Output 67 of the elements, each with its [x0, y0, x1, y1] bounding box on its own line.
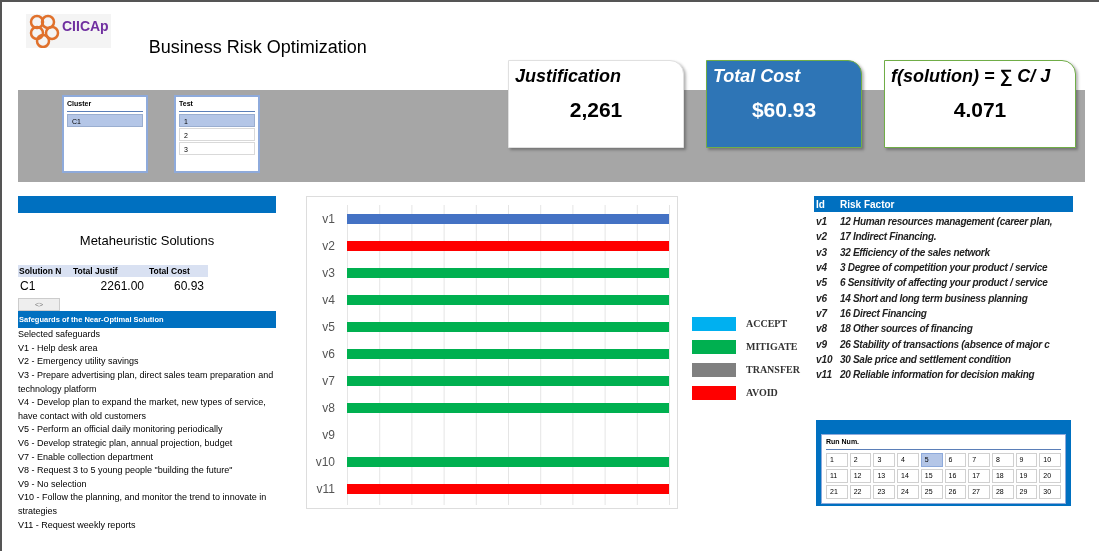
- bar-label: v4: [321, 291, 335, 309]
- section-title: Metaheuristic Solutions: [78, 232, 216, 250]
- safeguard-line: V3 - Prepare advertising plan, direct sales team preparation and technology platform: [18, 369, 275, 396]
- kpi-value: 4.071: [952, 97, 1008, 123]
- kpi-label: Total Cost: [713, 65, 802, 88]
- risk-id: v11: [815, 368, 833, 383]
- legend-label: TRANSFER: [746, 363, 800, 377]
- safeguard-line: V5 - Perform an official daily monitoring periodically: [18, 423, 224, 437]
- risk-id: v1: [815, 215, 829, 230]
- safeguard-line: V11 - Request weekly reports: [18, 518, 137, 532]
- risk-factor: 3 Degree of competition your product / service: [840, 261, 1048, 276]
- legend-label: MITIGATE: [746, 340, 798, 354]
- kpi-label: f(solution) = ∑ C/ J: [891, 65, 1052, 88]
- risk-factor: 6 Sensitivity of affecting your product / service: [840, 276, 1048, 291]
- safeguard-line: V6 - Develop strategic plan, annual projection, budget: [18, 437, 234, 450]
- risk-id: v10: [815, 352, 834, 367]
- bar-label: v10: [314, 453, 335, 471]
- bar-label: v6: [321, 345, 335, 363]
- bar-label: v3: [321, 264, 335, 282]
- column-header: Risk Factor: [840, 197, 895, 212]
- risk-factor: 32 Efficiency of the sales network: [840, 245, 990, 260]
- risk-factor: 26 Stability of transactions (absence of major c: [840, 337, 1050, 352]
- risk-id: v5: [815, 276, 829, 291]
- risk-factor: 14 Short and long term business planning: [840, 291, 1028, 306]
- column-header: Id: [815, 197, 826, 212]
- risk-factor: 18 Other sources of financing: [840, 322, 973, 337]
- risk-factor: 12 Human resources management (career plan,: [840, 215, 1053, 230]
- kpi-value: $60.93: [750, 97, 818, 123]
- table-cell-text: 60.93: [172, 278, 205, 296]
- risk-id: v7: [815, 306, 829, 321]
- bar-label: v7: [321, 372, 335, 390]
- safeguard-line: V4 - Develop plan to expand the market, new types of service, have contact with old customers: [18, 396, 267, 423]
- safeguard-line: V7 - Enable collection department: [18, 450, 155, 464]
- bar-label: v2: [321, 237, 335, 255]
- column-header: Total Justif: [72, 264, 119, 278]
- kpi-value: 2,261: [568, 97, 624, 123]
- safeguard-line: V9 - No selection: [18, 477, 88, 491]
- risk-id: v2: [815, 230, 829, 245]
- risk-factor: 30 Sale price and settlement condition: [840, 352, 1011, 367]
- risk-id: v6: [815, 291, 829, 306]
- risk-id: v3: [815, 245, 829, 260]
- risk-id: v4: [815, 261, 829, 276]
- legend-label: AVOID: [746, 386, 778, 400]
- logo-text: CIICAp: [62, 16, 109, 36]
- risk-id: v8: [815, 322, 829, 337]
- legend-label: ACCEPT: [746, 317, 788, 331]
- risk-factor: 20 Reliable information for decision making: [840, 368, 1035, 383]
- table-cell-text: 2261.00: [99, 278, 145, 296]
- safeguard-line: V2 - Emergency utility savings: [18, 355, 140, 369]
- safeguard-line: V10 - Follow the planning, and monitor the trend to innovate in strategies: [18, 491, 268, 518]
- bar-label: v5: [321, 318, 335, 336]
- kpi-label: Justification: [515, 65, 622, 88]
- safeguard-line: V1 - Help desk area: [18, 341, 99, 355]
- risk-factor: 17 Indirect Financing.: [840, 230, 937, 245]
- column-header: Solution N: [18, 264, 63, 278]
- page-title: Business Risk Optimization: [148, 36, 367, 59]
- risk-factor: 16 Direct Financing: [840, 306, 927, 321]
- table-cell-text: C1: [19, 278, 37, 296]
- risk-id: v9: [815, 337, 829, 352]
- column-header: Total Cost: [148, 264, 191, 278]
- safeguard-line: V8 - Request 3 to 5 young people "building the future": [18, 464, 234, 478]
- bar-label: v9: [321, 426, 335, 444]
- bar-label: v8: [321, 399, 335, 417]
- bar-label: v1: [321, 210, 335, 228]
- safeguard-line: Selected safeguards: [18, 328, 102, 342]
- bar-label: v11: [315, 480, 335, 498]
- rings-icon: [28, 14, 62, 48]
